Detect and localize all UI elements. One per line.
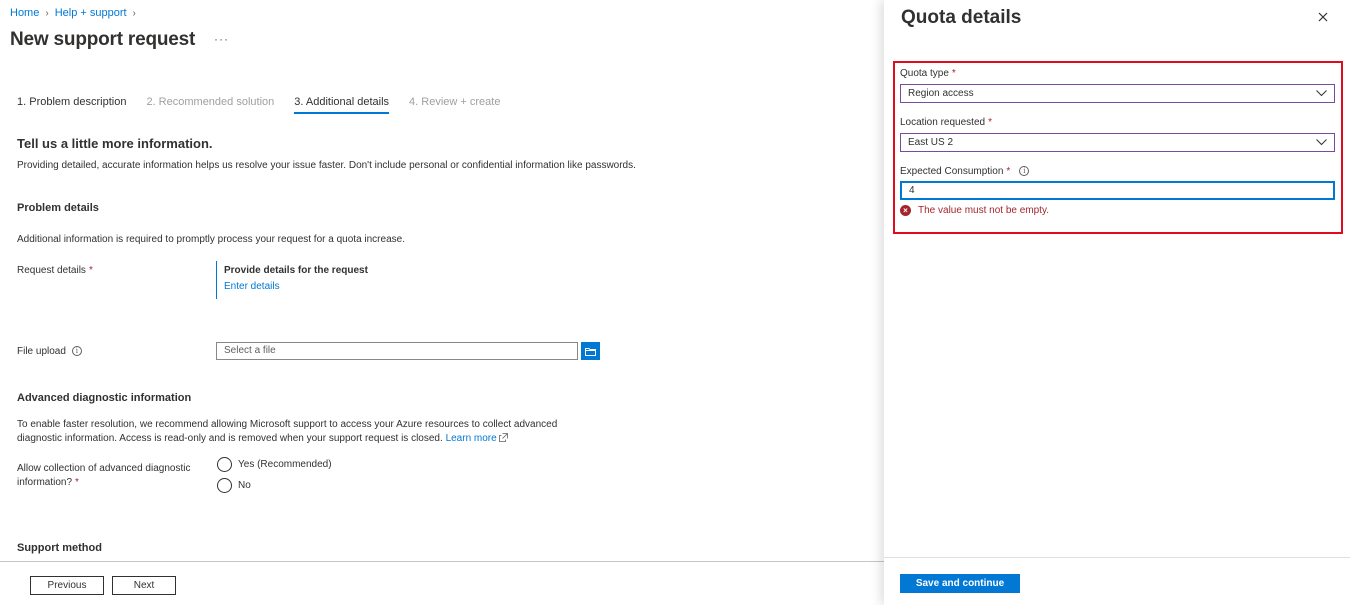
quota-type-dropdown[interactable]: Region access (900, 84, 1335, 103)
save-and-continue-button[interactable]: Save and continue (900, 574, 1020, 593)
main-content: Home › Help + support › New support requ… (0, 0, 884, 605)
panel-footer-divider (884, 557, 1350, 558)
page-title: New support request (10, 29, 196, 50)
folder-icon (585, 347, 596, 356)
required-marker: * (951, 68, 956, 79)
chevron-right-icon: › (45, 7, 49, 19)
more-options-icon[interactable]: ··· (214, 32, 229, 46)
quota-type-value: Region access (908, 88, 974, 99)
required-marker: * (88, 265, 93, 276)
consumption-input[interactable]: 4 (900, 181, 1335, 200)
info-icon[interactable]: i (71, 346, 82, 357)
chevron-down-icon (1316, 90, 1327, 97)
diagnostics-heading: Advanced diagnostic information (17, 392, 192, 404)
error-icon: × (900, 205, 911, 216)
next-button[interactable]: Next (112, 576, 176, 595)
file-upload-input[interactable]: Select a file (216, 342, 578, 360)
radio-button-no[interactable] (217, 478, 232, 493)
radio-button-yes[interactable] (217, 457, 232, 472)
required-marker: * (1006, 166, 1011, 177)
radio-yes-recommended[interactable]: Yes (Recommended) (217, 457, 332, 472)
required-marker: * (75, 477, 79, 488)
breadcrumb-home[interactable]: Home (10, 7, 39, 19)
file-upload-label: File upload i (17, 346, 82, 357)
support-method-heading: Support method (17, 542, 102, 554)
footer-divider (0, 561, 884, 562)
enter-details-link[interactable]: Enter details (224, 281, 368, 292)
radio-no-label: No (238, 480, 251, 491)
radio-yes-label: Yes (Recommended) (238, 459, 332, 470)
breadcrumb-help-support[interactable]: Help + support (55, 7, 127, 19)
required-marker: * (988, 117, 992, 128)
tab-problem-description[interactable]: 1. Problem description (17, 96, 126, 114)
breadcrumb: Home › Help + support › (10, 7, 136, 19)
chevron-right-icon: › (132, 7, 136, 19)
intro-heading: Tell us a little more information. (17, 136, 213, 151)
request-details-block: Provide details for the request Enter de… (216, 261, 368, 299)
request-details-title: Provide details for the request (224, 265, 368, 276)
diagnostics-text-line2: diagnostic information. Access is read-o… (17, 433, 509, 444)
request-details-label: Request details * (17, 265, 93, 276)
previous-button[interactable]: Previous (30, 576, 104, 595)
wizard-tabs: 1. Problem description 2. Recommended so… (17, 96, 520, 114)
info-icon[interactable]: i (1019, 166, 1030, 177)
location-value: East US 2 (908, 137, 954, 148)
location-label: Location requested * (900, 117, 992, 128)
validation-error: × The value must not be empty. (900, 205, 1049, 216)
intro-text: Providing detailed, accurate information… (17, 160, 636, 171)
quota-type-label: Quota type * (900, 68, 956, 79)
allow-collection-label: Allow collection of advanced diagnostic … (17, 463, 191, 488)
diagnostics-text-line1: To enable faster resolution, we recommen… (17, 419, 558, 430)
tab-recommended-solution: 2. Recommended solution (146, 96, 275, 108)
panel-title: Quota details (901, 7, 1022, 28)
consumption-label: Expected Consumption * i (900, 166, 1030, 177)
problem-details-heading: Problem details (17, 202, 99, 214)
problem-details-text: Additional information is required to pr… (17, 234, 405, 245)
radio-no[interactable]: No (217, 478, 251, 493)
location-dropdown[interactable]: East US 2 (900, 133, 1335, 152)
learn-more-link[interactable]: Learn more (446, 433, 497, 444)
external-link-icon (499, 433, 509, 442)
tab-review-create: 4. Review + create (409, 96, 501, 108)
chevron-down-icon (1316, 139, 1327, 146)
tab-additional-details[interactable]: 3. Additional details (294, 96, 389, 114)
folder-browse-button[interactable] (581, 342, 600, 360)
quota-details-panel: Quota details Quota type * Region access … (884, 0, 1350, 605)
close-icon[interactable] (1316, 10, 1330, 24)
error-message: The value must not be empty. (918, 205, 1049, 216)
